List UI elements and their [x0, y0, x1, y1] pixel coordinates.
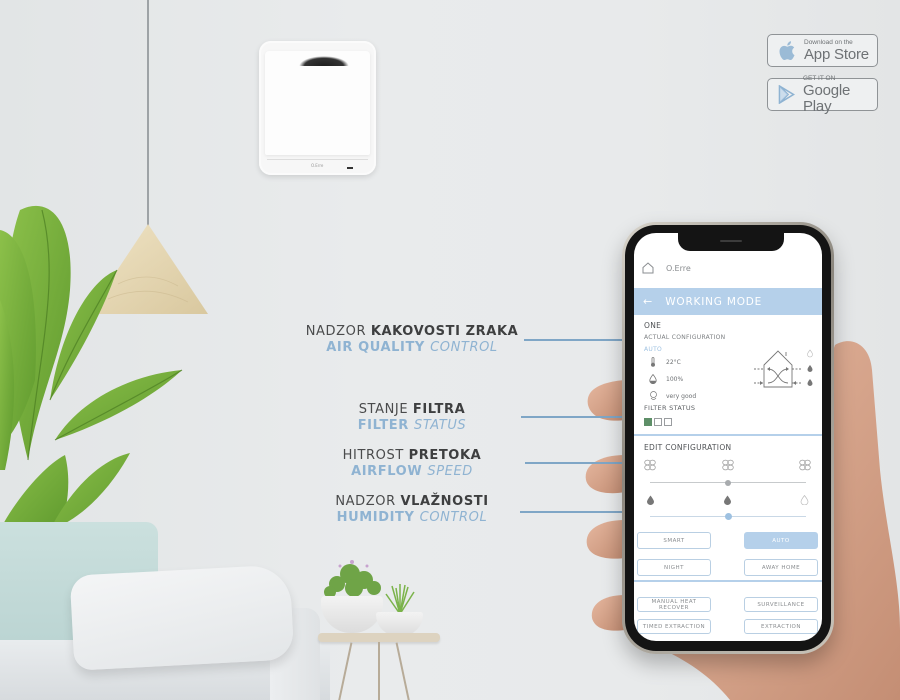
mode-button-auto[interactable]: AUTO: [744, 532, 818, 549]
callout-text-italic: CONTROL: [430, 340, 498, 355]
edit-configuration-label: EDIT CONFIGURATION: [644, 443, 732, 452]
filter-status-box: [664, 418, 672, 426]
table-leg: [395, 642, 411, 700]
side-table: [318, 633, 440, 642]
airflow-slider-knob[interactable]: [725, 479, 731, 486]
callout-text: NADZOR: [335, 494, 401, 509]
callout-airflow-speed: HITROST PRETOKA AIRFLOW SPEED: [332, 448, 492, 480]
mode-button-smart[interactable]: SMART: [637, 532, 711, 549]
filter-status-indicator: [644, 418, 672, 426]
section-divider: [634, 434, 822, 436]
arrow-left-icon[interactable]: ←: [643, 295, 652, 308]
table-leg: [337, 642, 353, 700]
actual-mode-value: AUTO: [644, 346, 663, 353]
unit-logo: O.Erre: [311, 163, 324, 168]
app-store-badge[interactable]: Download on the App Store: [767, 34, 878, 67]
ventilation-wall-unit: O.Erre: [259, 41, 376, 175]
badge-big-text: App Store: [804, 45, 869, 63]
temperature-metric: 22°C: [648, 357, 681, 367]
humidity-slider[interactable]: [650, 513, 806, 520]
callout-text: NADZOR: [305, 324, 371, 339]
callout-text-bold: AIRFLOW: [351, 464, 428, 479]
humidity-value: 100%: [666, 375, 684, 383]
unit-vent: [299, 56, 349, 66]
header-title: WORKING MODE: [665, 295, 763, 308]
working-mode-header: ← WORKING MODE: [634, 288, 822, 315]
heat-exchanger-icon: [754, 350, 802, 388]
badge-big-text: Google Play: [803, 81, 851, 115]
fan-speed-low-icon[interactable]: [644, 459, 656, 471]
unit-front-panel: [265, 51, 370, 155]
callout-air-quality: NADZOR KAKOVOSTI ZRAKA AIR QUALITY CONTR…: [296, 324, 528, 356]
humidity-metric: 100%: [648, 374, 683, 384]
humidity-low-icon[interactable]: [646, 495, 655, 505]
mode-button-away-home[interactable]: AWAY HOME: [744, 559, 818, 576]
device-label: ONE: [644, 321, 662, 330]
humidity-slider-knob[interactable]: [724, 513, 732, 520]
callout-humidity-control: NADZOR VLAŽNOSTI HUMIDITY CONTROL: [326, 494, 498, 526]
airflow-speed-slider[interactable]: [650, 479, 806, 486]
water-drop-icon: [648, 374, 658, 384]
thermometer-icon: [648, 357, 658, 367]
plant-bowl: [321, 596, 383, 633]
filter-status-label: FILTER STATUS: [644, 404, 696, 412]
device-name: O.Erre: [666, 263, 691, 273]
banana-plant: [0, 205, 183, 530]
app-screen: O.Erre ← WORKING MODE ONE ACTUAL CONFIGU…: [634, 233, 822, 641]
callout-text-bold: AIR QUALITY: [326, 340, 431, 355]
callout-text-bold: FILTRA: [412, 402, 466, 417]
google-play-badge[interactable]: GET IT ON Google Play: [767, 75, 878, 114]
function-button-surveillance[interactable]: SURVEILLANCE: [744, 597, 818, 612]
unit-indicator: [347, 167, 353, 169]
callout-text: STANJE: [358, 402, 413, 417]
mode-button-night[interactable]: NIGHT: [637, 559, 711, 576]
apple-icon: [778, 41, 796, 61]
pillow: [69, 564, 295, 671]
grass-plant: [385, 584, 415, 614]
callout-text-bold: KAKOVOSTI ZRAKA: [370, 324, 519, 339]
function-button-manual-heat-recover[interactable]: MANUAL HEAT RECOVER: [637, 597, 711, 612]
lamp-cord: [147, 0, 149, 226]
humidity-high-icon[interactable]: [800, 495, 809, 505]
callout-text-italic: STATUS: [414, 418, 467, 433]
humidity-medium-icon[interactable]: [723, 495, 732, 505]
temperature-value: 22°C: [666, 358, 681, 366]
callout-text-bold: VLAŽNOSTI: [400, 494, 489, 509]
callout-filter-status: STANJE FILTRA FILTER STATUS: [336, 402, 488, 434]
callout-text-bold: HUMIDITY: [336, 510, 420, 525]
herb-plant: [324, 560, 381, 598]
section-divider: [634, 580, 822, 582]
filter-status-box: [644, 418, 652, 426]
table-leg: [378, 642, 380, 700]
fan-speed-medium-icon[interactable]: [722, 459, 734, 471]
callout-text: HITROST: [342, 448, 409, 463]
air-quality-icon: [648, 391, 658, 401]
callout-text-bold: FILTER: [357, 418, 415, 433]
app-top-bar: O.Erre: [634, 257, 822, 279]
humidity-level-icons: [807, 349, 813, 386]
function-button-timed-extraction[interactable]: TIMED EXTRACTION: [637, 619, 711, 634]
actual-configuration-label: ACTUAL CONFIGURATION: [644, 334, 726, 341]
function-button-extraction[interactable]: EXTRACTION: [744, 619, 818, 634]
air-quality-value: very good: [666, 392, 697, 400]
home-icon[interactable]: [642, 262, 654, 274]
air-quality-metric: very good: [648, 391, 696, 401]
callout-text-italic: CONTROL: [419, 510, 488, 525]
phone-notch: [678, 233, 784, 251]
callout-text-bold: PRETOKA: [408, 448, 482, 463]
filter-status-box: [654, 418, 662, 426]
google-play-icon: [778, 85, 795, 105]
smartphone: O.Erre ← WORKING MODE ONE ACTUAL CONFIGU…: [622, 222, 834, 654]
fan-speed-high-icon[interactable]: [799, 459, 811, 471]
callout-text-italic: SPEED: [427, 464, 473, 479]
